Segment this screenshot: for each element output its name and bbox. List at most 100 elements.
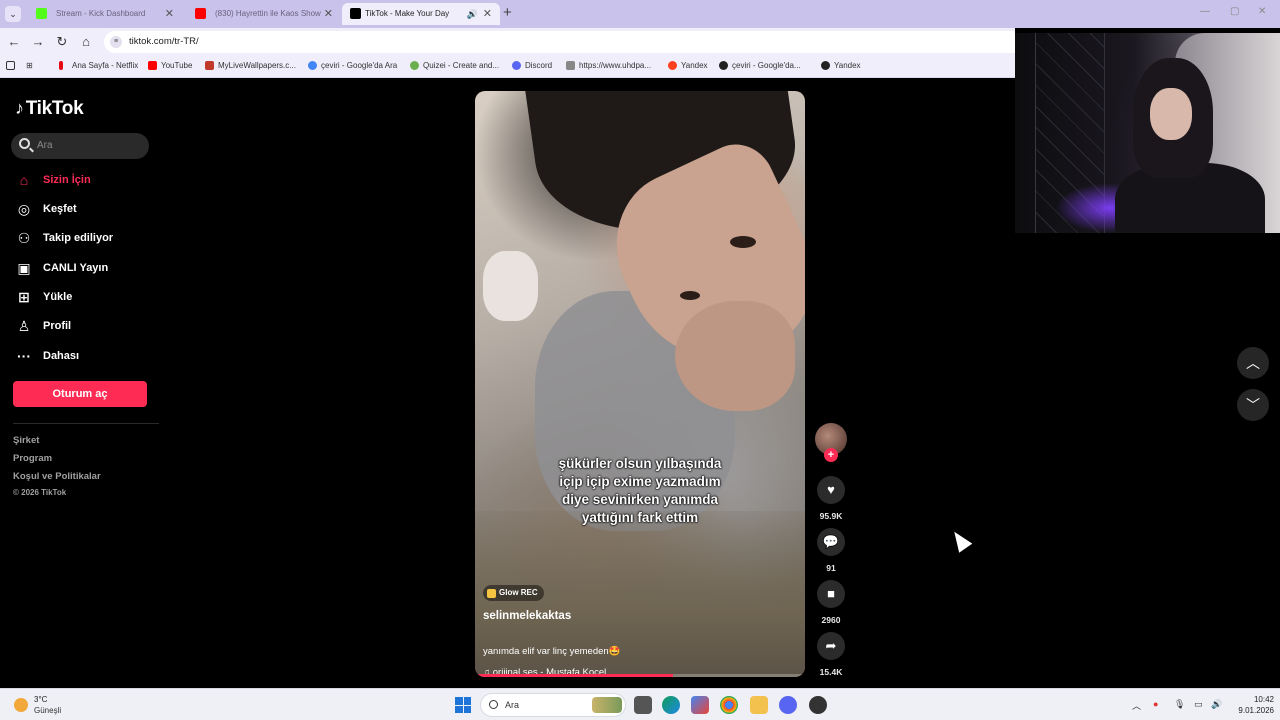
video-player[interactable]: şükürler olsun yılbaşında içip içip exim… <box>475 91 805 677</box>
bookmark-yandex-2[interactable]: Yandex <box>821 61 861 70</box>
antivirus-icon[interactable]: ● <box>1153 699 1158 709</box>
reload-icon[interactable]: ↻ <box>54 34 70 50</box>
quizei-icon <box>410 61 419 70</box>
close-tab-icon[interactable]: ✕ <box>483 3 492 25</box>
taskbar-search-input[interactable]: Ara <box>480 693 626 717</box>
tab-title: Stream - Kick Dashboard <box>56 9 146 18</box>
bookmark-discord[interactable]: Discord <box>512 61 552 70</box>
like-heart-icon[interactable]: ♥ <box>817 476 845 504</box>
close-window-icon[interactable]: ✕ <box>1258 6 1266 17</box>
nav-label: Profil <box>43 320 72 332</box>
comment-icon[interactable]: 💬 <box>817 528 845 556</box>
video-progress-fill <box>475 674 673 677</box>
save-count: 2960 <box>821 615 841 625</box>
youtube-icon <box>148 61 157 70</box>
bookmark-yandex[interactable]: Yandex <box>668 61 708 70</box>
nav-explore[interactable]: ◎ Keşfet <box>15 200 155 220</box>
bookmark-label: Quizei - Create and... <box>423 61 500 70</box>
browser-toolbar: ← → ↻ ⌂ ≡ tiktok.com/tr-TR/ <box>0 28 1015 56</box>
youtube-favicon-icon <box>195 8 206 19</box>
bookmark-uhdpaper[interactable]: https://www.uhdpa... <box>566 61 651 70</box>
weather-description[interactable]: Güneşli <box>34 706 61 715</box>
nav-live[interactable]: ▣ CANLI Yayın <box>15 259 155 279</box>
weather-sun-icon[interactable] <box>14 698 28 712</box>
speaker-icon[interactable]: 🔊 <box>467 3 478 25</box>
wallpaper-icon <box>205 61 214 70</box>
footer-company-link[interactable]: Şirket <box>13 435 39 446</box>
close-tab-icon[interactable]: ✕ <box>165 3 174 25</box>
bookmark-label: Yandex <box>834 61 861 70</box>
bookmark-google-ceviri[interactable]: çeviri - Google'da Ara <box>308 61 397 70</box>
volume-icon[interactable]: 🔊 <box>1211 699 1222 710</box>
show-hidden-icons-chevron-icon[interactable]: ︿ <box>1132 699 1141 712</box>
apps-grid-icon[interactable]: ⊞ <box>26 61 33 70</box>
sidebar-divider <box>13 423 159 424</box>
windows-taskbar: 3°C Güneşli Ara ︿ ● 🎙 ▭ 🔊 10:42 9.01.202… <box>0 688 1280 720</box>
microphone-icon[interactable]: 🎙 <box>1174 699 1185 710</box>
nav-upload[interactable]: ⊞ Yükle <box>15 288 155 308</box>
video-username[interactable]: selinmelekaktas <box>483 610 571 622</box>
globe-icon <box>719 61 728 70</box>
discord-icon[interactable] <box>779 696 797 714</box>
share-arrow-icon[interactable]: ➦ <box>817 632 845 660</box>
copilot-icon[interactable] <box>691 696 709 714</box>
edge-browser-icon[interactable] <box>662 696 680 714</box>
video-frame-toy <box>483 251 538 321</box>
bookmark-label: MyLiveWallpapers.c... <box>218 61 296 70</box>
bookmark-mylivewallpapers[interactable]: MyLiveWallpapers.c... <box>205 61 296 70</box>
next-video-chevron-down-icon[interactable]: ﹀ <box>1237 389 1269 421</box>
home-icon[interactable]: ⌂ <box>78 34 94 49</box>
tiktok-logo[interactable]: ♪ TikTok <box>15 98 84 120</box>
footer-terms-link[interactable]: Koşul ve Politikalar <box>13 471 101 482</box>
upload-icon: ⊞ <box>18 289 30 305</box>
nav-more[interactable]: ··· Dahası <box>15 347 155 367</box>
bookmark-icon[interactable]: ■ <box>817 580 845 608</box>
minimize-icon[interactable]: — <box>1200 6 1210 17</box>
tab-title: TikTok - Make Your Day <box>365 9 450 18</box>
nav-for-you[interactable]: ⌂ Sizin İçin <box>15 171 155 191</box>
bookmark-youtube[interactable]: YouTube <box>148 61 192 70</box>
bookmark-label: Discord <box>525 61 553 70</box>
obs-studio-icon[interactable] <box>809 696 827 714</box>
logo-text: TikTok <box>25 98 84 119</box>
search-placeholder: Ara <box>37 140 53 151</box>
bookmark-netflix[interactable]: Ana Sayfa - Netflix <box>59 61 138 70</box>
sidebar-toggle-icon[interactable] <box>6 61 15 72</box>
new-tab-button[interactable]: + <box>503 4 512 21</box>
chrome-icon[interactable] <box>720 696 738 714</box>
clock-time: 10:42 <box>1253 695 1274 704</box>
netflix-icon <box>59 61 63 70</box>
previous-video-chevron-up-icon[interactable]: ︿ <box>1237 347 1269 379</box>
nav-profile[interactable]: ♙ Profil <box>15 317 155 337</box>
address-bar[interactable]: ≡ tiktok.com/tr-TR/ <box>104 31 1015 53</box>
site-info-icon[interactable]: ≡ <box>110 36 122 48</box>
tab-kick-dashboard[interactable]: Stream - Kick Dashboard ✕ <box>24 3 182 25</box>
nav-following[interactable]: ⚇ Takip ediliyor <box>15 229 155 249</box>
close-tab-icon[interactable]: ✕ <box>324 3 333 25</box>
follow-plus-icon[interactable]: + <box>824 448 838 462</box>
forward-arrow-icon[interactable]: → <box>30 34 46 49</box>
windows-start-icon[interactable] <box>455 697 471 713</box>
home-icon: ⌂ <box>19 172 29 188</box>
tab-tiktok[interactable]: TikTok - Make Your Day 🔊 ✕ <box>342 3 500 25</box>
bookmark-quizei[interactable]: Quizei - Create and... <box>410 61 499 70</box>
network-icon[interactable]: ▭ <box>1194 699 1203 710</box>
tiktok-favicon-icon <box>350 8 361 19</box>
footer-program-link[interactable]: Program <box>13 453 52 464</box>
bookmark-google-ceviri-2[interactable]: çeviri - Google'da... <box>719 61 801 70</box>
back-arrow-icon[interactable]: ← <box>6 34 22 49</box>
task-view-icon[interactable] <box>634 696 652 714</box>
effect-badge[interactable]: Glow REC <box>483 585 544 601</box>
google-icon <box>308 61 317 70</box>
tab-search-button[interactable]: ⌄ <box>5 6 21 22</box>
search-input[interactable]: Ara <box>11 133 149 159</box>
login-button[interactable]: Oturum aç <box>13 381 147 407</box>
live-tv-icon: ▣ <box>17 260 31 276</box>
system-clock[interactable]: 10:42 9.01.2026 <box>1228 694 1274 716</box>
tab-youtube[interactable]: (830) Hayrettin ile Kaos Show ✕ <box>183 3 341 25</box>
maximize-icon[interactable]: ▢ <box>1230 6 1239 17</box>
file-explorer-icon[interactable] <box>750 696 768 714</box>
url-text[interactable]: tiktok.com/tr-TR/ <box>129 36 199 47</box>
weather-temperature[interactable]: 3°C <box>34 695 47 704</box>
video-progress-bar[interactable] <box>475 674 805 677</box>
